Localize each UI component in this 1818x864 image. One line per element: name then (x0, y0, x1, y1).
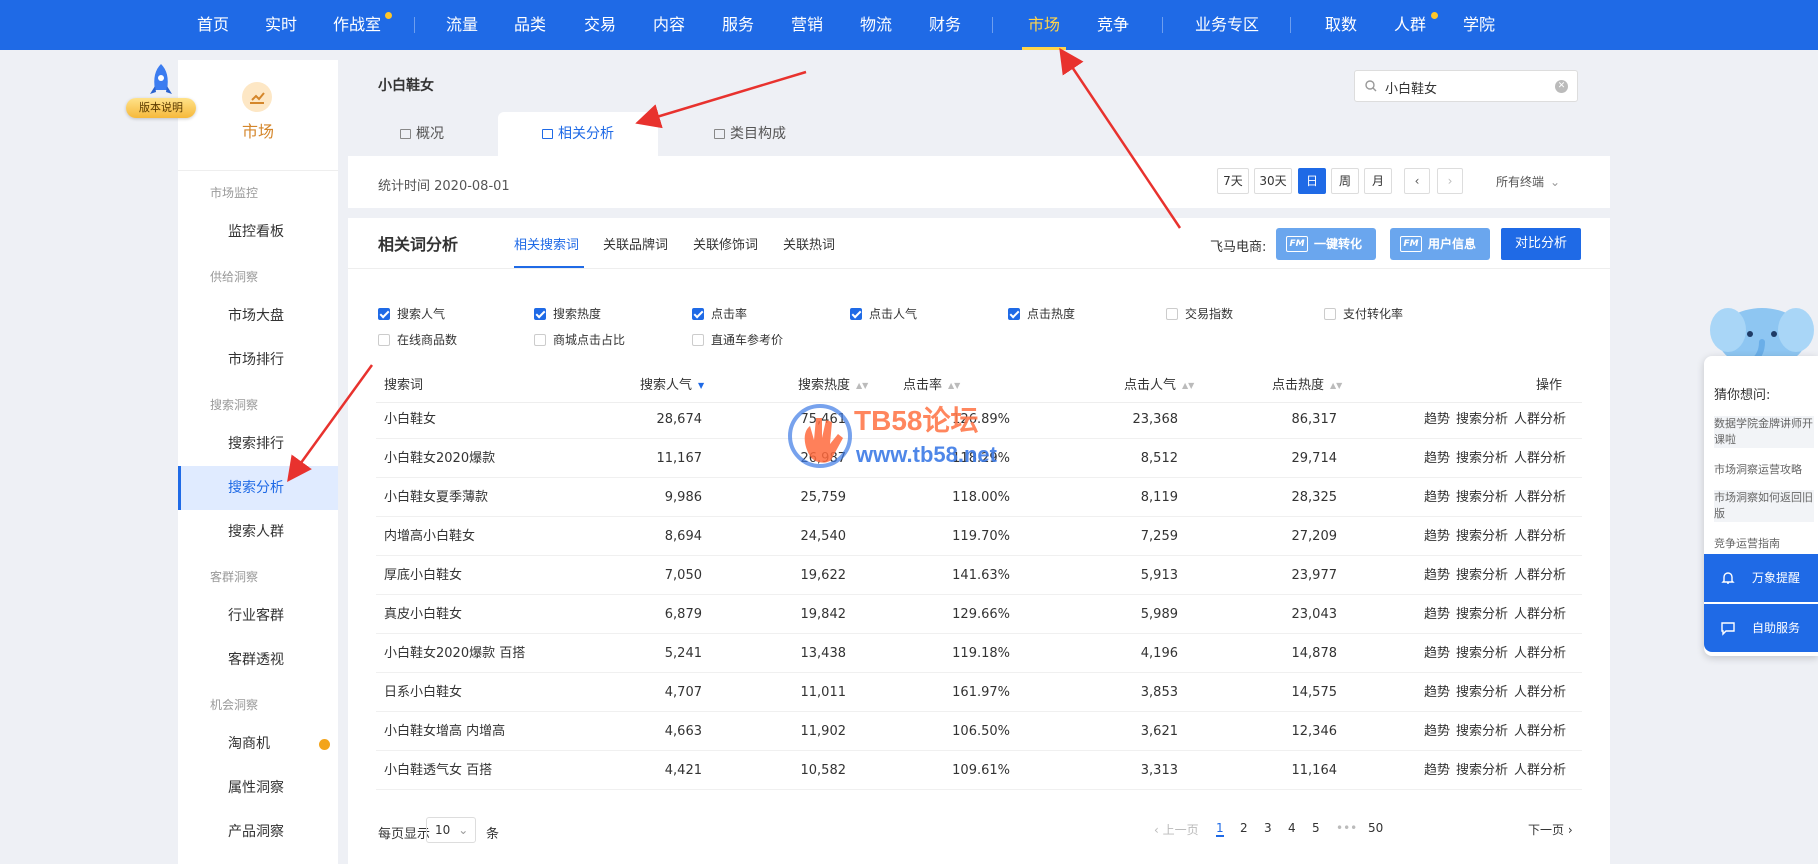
annotation-arrows (287, 47, 1182, 483)
annotation-arrow (287, 364, 374, 483)
annotation-arrow (635, 70, 807, 129)
annotation-arrow (1059, 47, 1182, 229)
